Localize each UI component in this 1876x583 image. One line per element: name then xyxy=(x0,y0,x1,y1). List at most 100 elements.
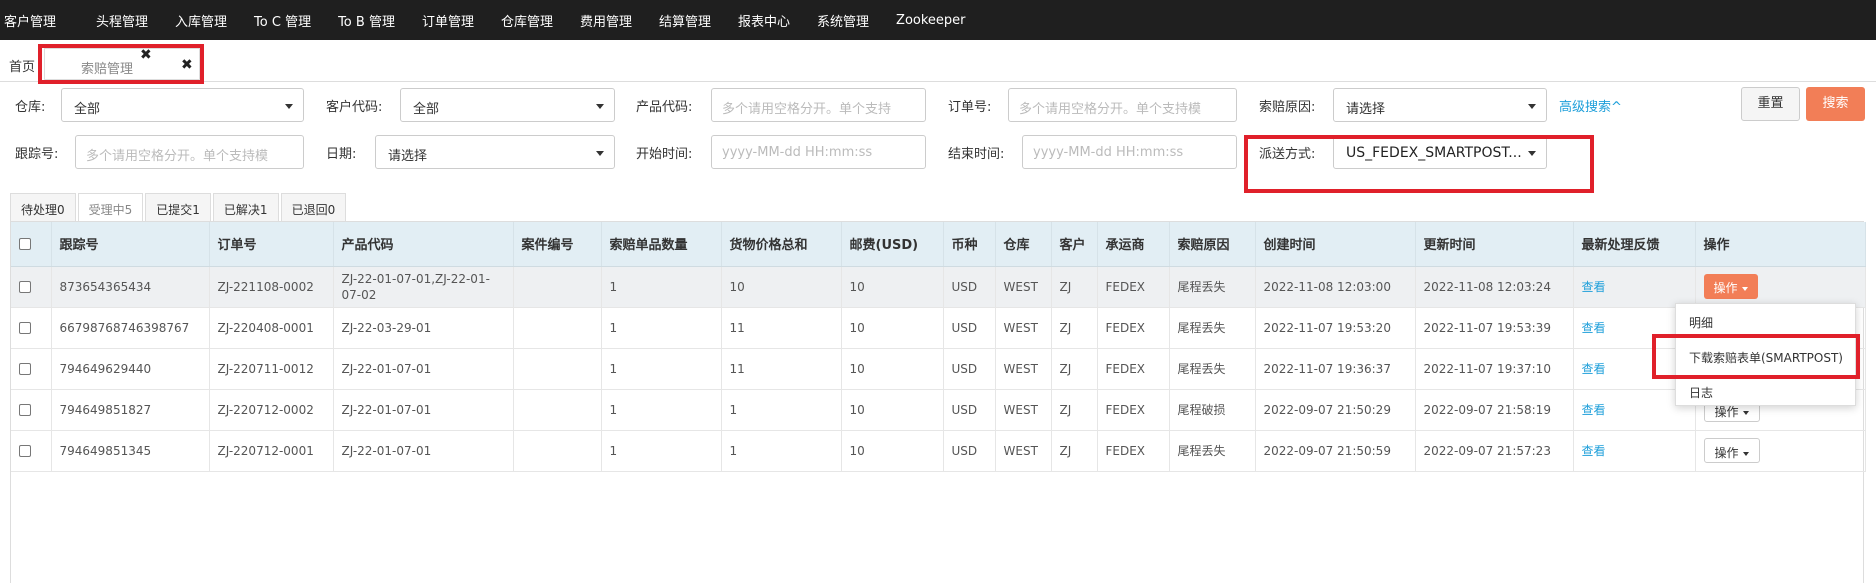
table-row[interactable]: 794649629440 ZJ-220711-0012 ZJ-22-01-07-… xyxy=(11,348,1866,390)
tracking-input[interactable]: 多个请用空格分开。单个支持模 xyxy=(75,135,304,169)
date-select[interactable]: 请选择 xyxy=(375,135,615,169)
menu-item-details[interactable]: 明细 xyxy=(1689,314,1713,331)
cell-case xyxy=(513,348,602,390)
col-updated: 更新时间 xyxy=(1415,222,1574,267)
nav-settlement[interactable]: 结算管理 xyxy=(659,11,725,30)
cell-order: ZJ-220712-0002 xyxy=(209,389,334,431)
customer-code-select[interactable]: 全部 xyxy=(400,88,615,122)
view-link[interactable]: 查看 xyxy=(1582,444,1606,458)
menu-item-log[interactable]: 日志 xyxy=(1689,384,1713,401)
claim-reason-label: 索赔原因: xyxy=(1259,100,1316,115)
row-select-cell[interactable] xyxy=(11,348,52,390)
search-button[interactable]: 搜索 xyxy=(1806,87,1865,121)
row-checkbox[interactable] xyxy=(19,404,31,416)
cell-customer: ZJ xyxy=(1051,307,1098,349)
cell-reason: 尾程丢失 xyxy=(1169,348,1256,390)
product-code-input[interactable]: 多个请用空格分开。单个支持 xyxy=(711,88,926,122)
nav-orders[interactable]: 订单管理 xyxy=(422,11,488,30)
start-time-input[interactable]: yyyy-MM-dd HH:mm:ss xyxy=(711,135,926,169)
table-row[interactable]: 794649851827 ZJ-220712-0002 ZJ-22-01-07-… xyxy=(11,389,1866,431)
select-all-cell[interactable] xyxy=(11,222,52,267)
table-row[interactable]: 873654365434 ZJ-221108-0002 ZJ-22-01-07-… xyxy=(11,266,1866,308)
reset-button[interactable]: 重置 xyxy=(1741,87,1800,121)
advanced-search-link[interactable]: 高级搜索^ xyxy=(1559,96,1622,115)
cell-qty: 1 xyxy=(601,266,722,308)
cell-case xyxy=(513,389,602,431)
row-select-cell[interactable] xyxy=(11,430,52,472)
cell-tracking: 794649851827 xyxy=(51,389,210,431)
cell-warehouse: WEST xyxy=(995,389,1052,431)
col-created: 创建时间 xyxy=(1255,222,1416,267)
top-nav: 客户管理 头程管理 入库管理 To C 管理 To B 管理 订单管理 仓库管理… xyxy=(0,0,1876,40)
end-time-input[interactable]: yyyy-MM-dd HH:mm:ss xyxy=(1022,135,1237,169)
col-qty: 索赔单品数量 xyxy=(601,222,722,267)
warehouse-select[interactable]: 全部 xyxy=(61,88,304,122)
tab-home[interactable]: 首页 xyxy=(9,56,35,75)
cell-updated: 2022-09-07 21:57:23 xyxy=(1415,430,1574,472)
tab-returned[interactable]: 已退回0 xyxy=(280,193,347,221)
nav-zookeeper[interactable]: Zookeeper xyxy=(896,13,979,28)
cell-total: 11 xyxy=(721,307,842,349)
table-row[interactable]: 794649851345 ZJ-220712-0001 ZJ-22-01-07-… xyxy=(11,430,1866,472)
cell-reason: 尾程丢失 xyxy=(1169,430,1256,472)
cell-reason: 尾程破损 xyxy=(1169,389,1256,431)
view-link[interactable]: 查看 xyxy=(1582,321,1606,335)
tab-submitted[interactable]: 已提交1 xyxy=(145,193,211,221)
cell-carrier: FEDEX xyxy=(1097,389,1170,431)
view-link[interactable]: 查看 xyxy=(1582,362,1606,376)
cell-warehouse: WEST xyxy=(995,307,1052,349)
view-link[interactable]: 查看 xyxy=(1582,403,1606,417)
actions-button[interactable]: 操作 xyxy=(1703,438,1760,463)
cell-customer: ZJ xyxy=(1051,348,1098,390)
warehouse-label: 仓库: xyxy=(15,100,46,115)
tab-resolved[interactable]: 已解决1 xyxy=(212,193,279,221)
cell-order: ZJ-220711-0012 xyxy=(209,348,334,390)
row-checkbox[interactable] xyxy=(19,363,31,375)
table-header-row: 跟踪号 订单号 产品代码 案件编号 索赔单品数量 货物价格总和 邮费(USD) … xyxy=(11,222,1866,267)
nav-first-leg[interactable]: 头程管理 xyxy=(96,11,162,30)
row-select-cell[interactable] xyxy=(11,307,52,349)
nav-customer[interactable]: 客户管理 xyxy=(4,11,70,30)
cell-total: 1 xyxy=(721,389,842,431)
cell-currency: USD xyxy=(943,307,996,349)
cell-qty: 1 xyxy=(601,430,722,472)
claims-table: 跟踪号 订单号 产品代码 案件编号 索赔单品数量 货物价格总和 邮费(USD) … xyxy=(11,222,1866,472)
row-select-cell[interactable] xyxy=(11,389,52,431)
nav-system[interactable]: 系统管理 xyxy=(817,11,883,30)
order-no-input[interactable]: 多个请用空格分开。单个支持模 xyxy=(1008,88,1237,122)
nav-fees[interactable]: 费用管理 xyxy=(580,11,646,30)
select-all-checkbox[interactable] xyxy=(19,237,31,250)
col-postage: 邮费(USD) xyxy=(841,222,944,267)
cell-feedback: 查看 xyxy=(1573,430,1696,472)
actions-button[interactable]: 操作 xyxy=(1703,274,1758,299)
cell-currency: USD xyxy=(943,430,996,472)
cell-warehouse: WEST xyxy=(995,430,1052,472)
nav-tob[interactable]: To B 管理 xyxy=(338,11,409,30)
product-code-label: 产品代码: xyxy=(636,100,693,115)
cell-tracking: 794649629440 xyxy=(51,348,210,390)
cell-updated: 2022-11-07 19:53:39 xyxy=(1415,307,1574,349)
row-select-cell[interactable] xyxy=(11,266,52,308)
cell-actions: 操作 xyxy=(1695,430,1866,472)
nav-inbound[interactable]: 入库管理 xyxy=(175,11,241,30)
col-tracking: 跟踪号 xyxy=(51,222,210,267)
cell-case xyxy=(513,266,602,308)
cell-actions: 操作 xyxy=(1695,266,1866,308)
nav-reports[interactable]: 报表中心 xyxy=(738,11,804,30)
claim-reason-select[interactable]: 请选择 xyxy=(1333,88,1547,122)
nav-warehouse[interactable]: 仓库管理 xyxy=(501,11,567,30)
row-checkbox[interactable] xyxy=(19,322,31,334)
cell-warehouse: WEST xyxy=(995,266,1052,308)
tab-processing[interactable]: 受理中5 xyxy=(77,193,144,221)
claims-table-container: 跟踪号 订单号 产品代码 案件编号 索赔单品数量 货物价格总和 邮费(USD) … xyxy=(10,221,1866,583)
nav-toc[interactable]: To C 管理 xyxy=(254,11,325,30)
end-time-label: 结束时间: xyxy=(948,147,1005,162)
tab-pending[interactable]: 待处理0 xyxy=(10,193,76,221)
row-checkbox[interactable] xyxy=(19,281,31,293)
view-link[interactable]: 查看 xyxy=(1582,280,1606,294)
table-row[interactable]: 66798768746398767 ZJ-220408-0001 ZJ-22-0… xyxy=(11,307,1866,349)
cell-product: ZJ-22-01-07-01,ZJ-22-01-07-02 xyxy=(333,266,514,308)
cell-currency: USD xyxy=(943,389,996,431)
cell-created: 2022-09-07 21:50:59 xyxy=(1255,430,1416,472)
row-checkbox[interactable] xyxy=(19,445,31,457)
